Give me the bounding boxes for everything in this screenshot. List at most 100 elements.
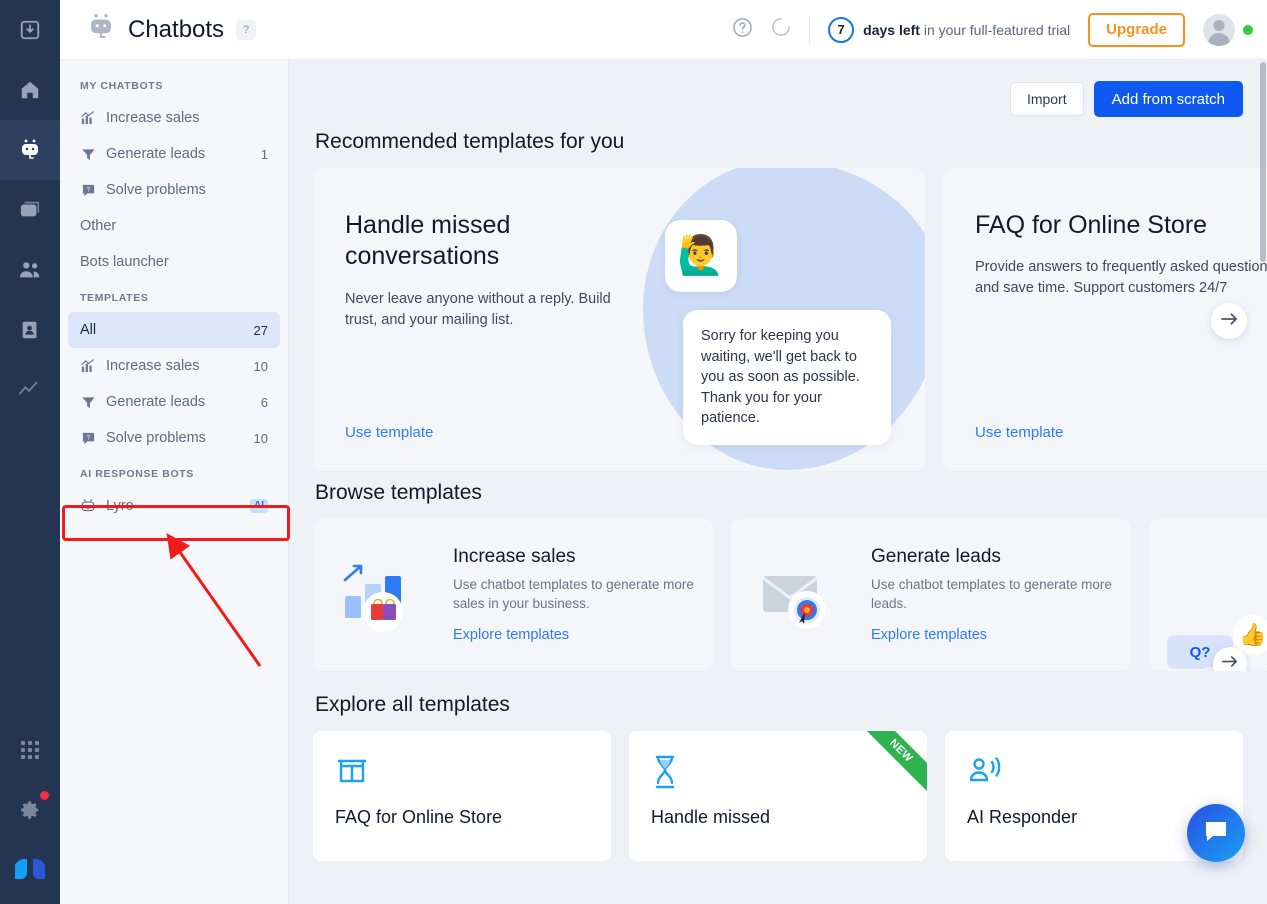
explore-heading: Explore all templates	[315, 693, 1243, 717]
content-scroll-area[interactable]: Import Add from scratch Recommended temp…	[289, 60, 1267, 904]
hourglass-icon	[651, 755, 905, 793]
storefront-icon	[335, 755, 589, 793]
rail-item-inbox-archive[interactable]	[0, 0, 60, 60]
analytics-icon	[18, 380, 42, 400]
status-badge	[1243, 25, 1253, 35]
recommended-card-faq-online-store[interactable]: FAQ for Online Store Provide answers to …	[943, 168, 1267, 471]
rail-item-settings[interactable]	[0, 780, 60, 840]
recommended-heading: Recommended templates for you	[315, 130, 1243, 154]
rail-item-contacts[interactable]	[0, 240, 60, 300]
import-button[interactable]: Import	[1010, 82, 1084, 116]
trial-rest-text: in your full-featured trial	[924, 22, 1070, 38]
header-divider	[809, 16, 810, 44]
sidebar-item-solve-problems[interactable]: ? Solve problems	[68, 172, 280, 208]
content-toolbar: Import Add from scratch	[313, 60, 1243, 120]
bar-chart-shopping-art	[313, 554, 453, 636]
use-template-link[interactable]: Use template	[975, 424, 1063, 441]
main-content: Import Add from scratch Recommended temp…	[289, 0, 1267, 904]
upgrade-button[interactable]: Upgrade	[1088, 13, 1185, 47]
rail-item-analytics[interactable]	[0, 360, 60, 420]
browse-card-text: Generate leads Use chatbot templates to …	[871, 546, 1131, 645]
explore-templates-link[interactable]: Explore templates	[453, 627, 569, 643]
sidebar-item-template-all[interactable]: All 27	[68, 312, 280, 348]
recommended-card-desc: Provide answers to frequently asked ques…	[975, 257, 1267, 299]
sidebar-item-label: All	[80, 322, 244, 338]
settings-gear-icon	[19, 799, 41, 821]
ai-badge: AI	[250, 499, 268, 513]
question-circle-icon[interactable]	[732, 17, 753, 43]
increase-sales-icon	[80, 358, 96, 374]
browse-card-solve-problems[interactable]: Q? A! 👍	[1149, 519, 1267, 671]
add-from-scratch-button[interactable]: Add from scratch	[1094, 81, 1243, 117]
sidebar-item-template-increase-sales[interactable]: Increase sales 10	[68, 348, 280, 384]
sidebar-item-generate-leads[interactable]: Generate leads 1	[68, 136, 280, 172]
rail-item-apps[interactable]	[0, 720, 60, 780]
sidebar-item-label: Increase sales	[106, 110, 258, 126]
funnel-icon	[80, 146, 96, 162]
sidebar-section-templates: TEMPLATES	[60, 280, 288, 312]
browse-heading: Browse templates	[315, 481, 1243, 505]
explore-tiles-row: FAQ for Online Store Handle missed NEW	[313, 731, 1243, 861]
loading-spinner-icon[interactable]	[771, 17, 791, 42]
explore-tile-handle-missed[interactable]: Handle missed NEW	[629, 731, 927, 861]
explore-templates-link[interactable]: Explore templates	[871, 627, 987, 643]
header-right: 7 days left in your full-featured trial …	[732, 13, 1253, 47]
explore-tile-title: Handle missed	[651, 807, 905, 829]
top-header: Chatbots ? 7 days left in your full-feat…	[60, 0, 1267, 60]
use-template-link[interactable]: Use template	[345, 424, 433, 441]
help-badge[interactable]: ?	[236, 20, 256, 40]
apps-grid-icon	[20, 740, 40, 760]
sidebar-item-count: 6	[261, 395, 268, 410]
account-area	[1203, 14, 1253, 46]
recommended-card-title: Handle missed conversations	[345, 210, 645, 273]
sidebar-item-bots-launcher[interactable]: Bots launcher	[68, 244, 280, 280]
sidebar-item-lyro[interactable]: Lyro AI	[68, 488, 280, 524]
brand-logo-icon[interactable]	[0, 840, 60, 904]
rail-item-addressbook[interactable]	[0, 300, 60, 360]
explore-tile-title: AI Responder	[967, 807, 1221, 829]
sidebar-item-label: Generate leads	[106, 394, 251, 410]
sidebar-item-count: 27	[254, 323, 268, 338]
sidebar-item-template-generate-leads[interactable]: Generate leads 6	[68, 384, 280, 420]
mail-icon	[19, 199, 41, 221]
recommended-card-title: FAQ for Online Store	[975, 210, 1267, 241]
sidebar-item-label: Solve problems	[106, 430, 244, 446]
increase-sales-icon	[80, 110, 96, 126]
carousel-next-button[interactable]	[1211, 303, 1247, 339]
chat-bubble-preview: Sorry for keeping you waiting, we'll get…	[683, 310, 891, 445]
chat-widget-button[interactable]	[1187, 804, 1245, 862]
sidebar-item-increase-sales[interactable]: Increase sales	[68, 100, 280, 136]
funnel-icon	[80, 394, 96, 410]
header-left: Chatbots ?	[86, 12, 256, 47]
addressbook-icon	[19, 319, 41, 341]
trial-status: 7 days left in your full-featured trial	[828, 17, 1070, 43]
browse-card-generate-leads[interactable]: Generate leads Use chatbot templates to …	[731, 519, 1131, 671]
home-icon	[19, 79, 41, 101]
svg-text:?: ?	[86, 186, 90, 193]
browse-card-title: Generate leads	[871, 546, 1117, 568]
rail-item-mail[interactable]	[0, 180, 60, 240]
arrow-right-icon	[1222, 655, 1238, 671]
sidebar-section-ai-response-bots: AI RESPONSE BOTS	[60, 456, 288, 488]
sidebar-item-other[interactable]: Other	[68, 208, 280, 244]
page-title: Chatbots	[128, 16, 224, 44]
avatar[interactable]	[1203, 14, 1235, 46]
app-root: MY CHATBOTS Increase sales Generate lead…	[0, 0, 1267, 904]
browse-card-increase-sales[interactable]: Increase sales Use chatbot templates to …	[313, 519, 713, 671]
browse-cards-row: Increase sales Use chatbot templates to …	[313, 519, 1243, 671]
rail-item-chatbots[interactable]	[0, 120, 60, 180]
chatbot-icon	[86, 12, 116, 47]
contacts-icon	[18, 259, 42, 281]
inbox-archive-icon	[19, 19, 41, 41]
question-bubble-icon: ?	[80, 182, 96, 198]
rail-item-home[interactable]	[0, 60, 60, 120]
sidebar-item-template-solve-problems[interactable]: ? Solve problems 10	[68, 420, 280, 456]
scrollbar-thumb[interactable]	[1260, 62, 1266, 262]
recommended-card-handle-missed-conversations[interactable]: Handle missed conversations Never leave …	[313, 168, 925, 471]
recommended-card-desc: Never leave anyone without a reply. Buil…	[345, 289, 645, 331]
settings-notification-badge	[40, 791, 49, 800]
chat-bubble-icon	[1203, 819, 1229, 848]
vertical-scrollbar[interactable]	[1260, 62, 1266, 902]
explore-tile-faq-online-store[interactable]: FAQ for Online Store	[313, 731, 611, 861]
browse-card-desc: Use chatbot templates to generate more s…	[453, 576, 699, 614]
